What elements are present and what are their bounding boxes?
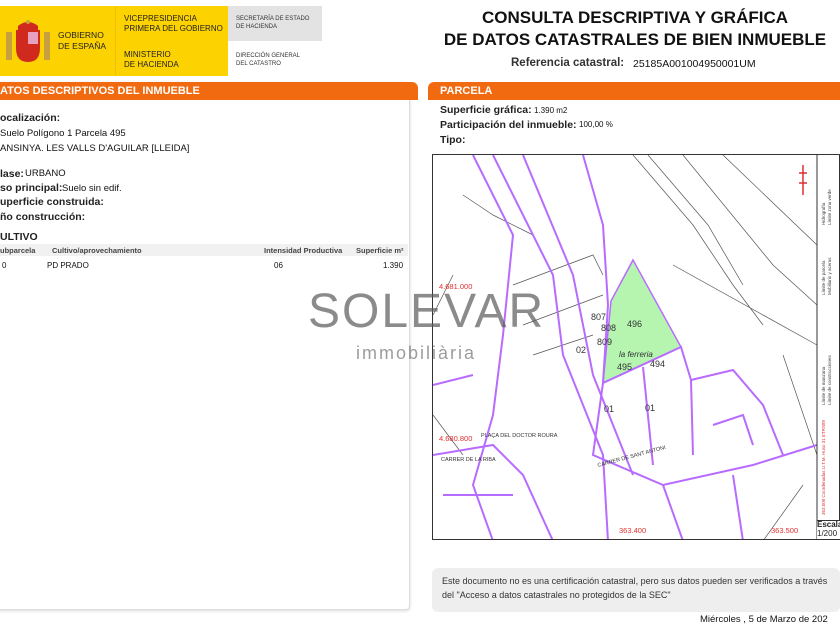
cadastral-map[interactable]: 807 808 809 496 495 494 01 01 02 la ferr… bbox=[432, 154, 840, 540]
legend-parcela: Límite de parcela bbox=[821, 260, 826, 295]
street-placa: PLAÇA DEL DOCTOR ROURA bbox=[481, 433, 558, 439]
north-arrow-icon bbox=[799, 165, 807, 195]
anio-construccion-label: ño construcción: bbox=[0, 211, 86, 223]
parcel-495: 495 bbox=[617, 362, 632, 372]
parcel-808: 808 bbox=[601, 323, 616, 333]
coord-x1: 363.400 bbox=[619, 526, 646, 535]
header-separator bbox=[115, 6, 116, 76]
scale-label: Escala bbox=[817, 520, 840, 529]
legend-mobiliario: Mobiliario y aceras bbox=[827, 257, 832, 295]
clase-value: URBANO bbox=[25, 168, 66, 179]
secretaria-text: SECRETARÍA DE ESTADO DE HACIENDA bbox=[236, 16, 310, 30]
legend-manzana: Límite de manzana bbox=[821, 366, 826, 405]
cell-cultivo: PD PRADO bbox=[47, 261, 89, 270]
cell-subparcela: 0 bbox=[2, 261, 7, 270]
map-drawing: 807 808 809 496 495 494 01 01 02 la ferr… bbox=[433, 155, 832, 539]
scale-value: 1/200 bbox=[817, 529, 838, 538]
ref-label: Referencia catastral: bbox=[511, 57, 625, 69]
legend-hidrografia: Hidrografía bbox=[821, 202, 826, 225]
uso-value: Suelo sin edif. bbox=[62, 183, 122, 194]
col-cultivo: Cultivo/aprovechamiento bbox=[52, 246, 142, 255]
participacion-label: Participación del inmueble: bbox=[440, 119, 577, 131]
watermark-sub: immobiliària bbox=[356, 343, 477, 363]
parcel-02: 02 bbox=[576, 345, 586, 355]
localizacion-line1: Suelo Polígono 1 Parcela 495 bbox=[0, 128, 126, 139]
street-riba: CARRER DE LA RIBA bbox=[441, 457, 496, 463]
localizacion-line2: ANSINYA. LES VALLS D'AGUILAR [LLEIDA] bbox=[0, 143, 190, 154]
street-sant-antoni: CARRER DE SANT ANTONI bbox=[597, 445, 667, 469]
coat-of-arms-icon bbox=[6, 20, 50, 62]
parcel-01a: 01 bbox=[604, 404, 614, 414]
tipo-label: Tipo: bbox=[440, 134, 466, 146]
document-date: Miércoles , 5 de Marzo de 202 bbox=[700, 614, 828, 625]
gobierno-text: GOBIERNO DE ESPAÑA bbox=[58, 30, 107, 51]
descriptive-panel bbox=[0, 82, 410, 610]
legend-construcciones: Límite de construcciones bbox=[827, 354, 832, 405]
superficie-grafica-value: 1.390 m2 bbox=[534, 106, 568, 115]
vicepresidencia-text: VICEPRESIDENCIA PRIMERA DEL GOBIERNO bbox=[124, 14, 223, 33]
parcel-807: 807 bbox=[591, 312, 606, 322]
coord-x2: 363.500 bbox=[771, 526, 798, 535]
uso-label: so principal: bbox=[0, 182, 63, 194]
cell-intensidad: 06 bbox=[274, 261, 283, 270]
participacion-value: 100,00 % bbox=[579, 120, 613, 129]
parcel-494: 494 bbox=[650, 359, 665, 369]
cell-superficie: 1.390 bbox=[383, 261, 404, 270]
clase-label: lase: bbox=[0, 168, 24, 180]
direccion-text: DIRECCIÓN GENERAL DEL CATASTRO bbox=[236, 53, 301, 67]
superficie-grafica-label: Superficie gráfica: bbox=[440, 104, 532, 116]
descriptive-section-header: ATOS DESCRIPTIVOS DEL INMUEBLE bbox=[0, 82, 418, 100]
coord-y2: 4.680.800 bbox=[439, 434, 472, 443]
ref-value: 25185A001004950001UM bbox=[633, 58, 756, 70]
legend-zona-verde: Límite zona verde bbox=[827, 189, 832, 225]
superficie-construida-label: uperficie construida: bbox=[0, 196, 104, 208]
col-subparcela: ubparcela bbox=[0, 246, 36, 255]
page-title: CONSULTA DESCRIPTIVA Y GRÁFICA DE DATOS C… bbox=[443, 8, 827, 49]
col-intensidad: Intensidad Productiva bbox=[264, 246, 343, 255]
localizacion-label: ocalización: bbox=[0, 112, 61, 124]
parcel-809: 809 bbox=[597, 337, 612, 347]
parcela-section-header: PARCELA bbox=[428, 82, 840, 100]
parcel-01b: 01 bbox=[645, 403, 655, 413]
cultivo-title: ULTIVO bbox=[0, 231, 38, 243]
parcel-496: 496 bbox=[627, 319, 642, 329]
disclaimer-note: Este documento no es una certificación c… bbox=[432, 568, 840, 612]
col-superficie: Superficie m² bbox=[356, 246, 404, 255]
legend-coords: 363.500 Coordenadas U.T.M. Huso 31 ETRS8… bbox=[821, 419, 826, 515]
ministerio-text: MINISTERIO DE HACIENDA bbox=[124, 50, 179, 69]
watermark-brand: SOLEVAR bbox=[308, 285, 546, 338]
place-label: la ferreria bbox=[619, 350, 653, 359]
